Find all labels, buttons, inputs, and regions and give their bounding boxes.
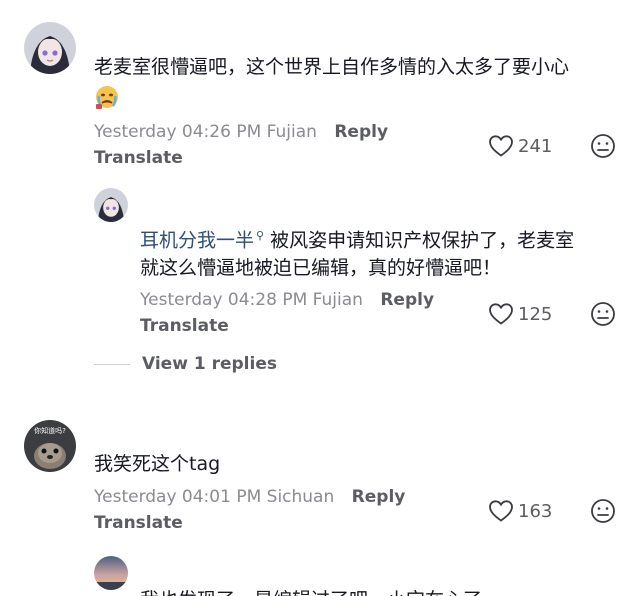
comment-text: 我也发现了，是编辑过了吧，小宝在心了 [140,584,482,596]
reply-button[interactable]: Reply [334,122,388,142]
crying-emoji-icon [94,84,120,114]
search-icon: ⚲ [256,229,265,242]
like-count: 241 [518,135,553,157]
comment-text: 我笑死这个tag [94,453,221,475]
comment-meta: Yesterday 04:01 PM Sichuan Reply [94,486,405,508]
avatar[interactable] [94,188,128,222]
heart-icon [489,135,513,157]
reply-author-name[interactable]: 耳机分我一半 [140,229,254,251]
heart-icon [489,500,513,522]
translate-button[interactable]: Translate [94,147,183,169]
dislike-button[interactable] [590,133,616,163]
like-count: 125 [518,303,553,325]
heart-icon [489,303,513,325]
comment-timestamp-location: Yesterday 04:28 PM Fujian [140,290,363,310]
like-button[interactable]: 241 [488,134,552,158]
dislike-face-icon [591,134,615,158]
comment-text: 老麦室很懵逼吧，这个世界上自作多情的入太多了要小心 [94,56,570,78]
view-replies-toggle[interactable]: View 1 replies [94,354,277,374]
dislike-face-icon [591,302,615,326]
avatar[interactable] [24,22,76,74]
reply-text: 被风姿申请知识产权保护了，老麦室 [270,229,575,252]
reply-comment-1: 耳机分我一半 ⚲ 被风姿申请知识产权保护了，老麦室 就这么懵逼地被迫已编辑，真的好… [0,180,640,380]
comment-3: 我也发现了，是编辑过了吧，小宝在心了 [0,550,640,596]
dislike-button[interactable] [590,301,616,331]
like-button[interactable]: 163 [488,499,552,523]
comment-timestamp-location: Yesterday 04:26 PM Fujian [94,122,317,142]
reply-text-line-2: 就这么懵逼地被迫已编辑，真的好懵逼吧！ [140,257,502,279]
translate-button[interactable]: Translate [94,512,183,534]
comment-2: 你知道吗? 我笑死这个tag Yesterday 04:01 PM Sichua… [0,400,640,550]
comment-meta: Yesterday 04:28 PM Fujian Reply [140,289,434,311]
avatar[interactable]: 你知道吗? [24,420,76,472]
translate-button[interactable]: Translate [140,315,229,337]
reply-text-line-1: 耳机分我一半 ⚲ 被风姿申请知识产权保护了，老麦室 [140,220,574,256]
comment-meta: Yesterday 04:26 PM Fujian Reply [94,121,388,143]
avatar-caption: 你知道吗? [34,426,66,435]
like-button[interactable]: 125 [488,302,552,326]
reply-button[interactable]: Reply [380,290,434,310]
view-replies-label[interactable]: View 1 replies [142,354,277,374]
like-count: 163 [518,500,553,522]
divider [94,363,130,365]
comment-timestamp-location: Yesterday 04:01 PM Sichuan [94,487,335,507]
dislike-face-icon [591,499,615,523]
dislike-button[interactable] [590,498,616,528]
comment-1: 老麦室很懵逼吧，这个世界上自作多情的入太多了要小心 Yesterday 04:2… [0,0,640,180]
reply-button[interactable]: Reply [352,487,406,507]
avatar[interactable] [94,556,128,590]
